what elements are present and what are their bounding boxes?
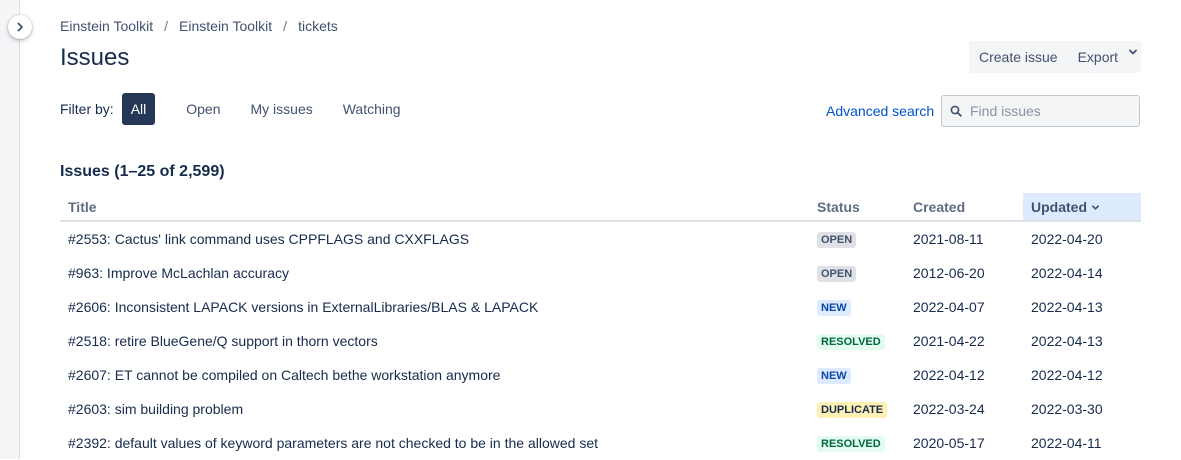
page-title: Issues (60, 44, 130, 71)
breadcrumb-separator: / (164, 18, 169, 34)
status-cell: RESOLVED (809, 324, 905, 358)
table-row[interactable]: #963: Improve McLachlan accuracy OPEN 20… (60, 256, 1141, 290)
issue-title-link[interactable]: #2392: default values of keyword paramet… (60, 426, 809, 460)
status-badge: OPEN (817, 232, 857, 248)
created-date: 2022-03-24 (913, 401, 985, 417)
advanced-search-link[interactable]: Advanced search (826, 103, 934, 119)
updated-date: 2022-04-12 (1031, 367, 1103, 383)
issue-title-link[interactable]: #2603: sim building problem (60, 392, 809, 426)
status-cell: DUPLICATE (809, 392, 905, 426)
breadcrumb: Einstein Toolkit / Einstein Toolkit / ti… (60, 17, 338, 35)
issue-title-link[interactable]: #2553: Cactus' link command uses CPPFLAG… (60, 221, 809, 256)
issue-title-link[interactable]: #2606: Inconsistent LAPACK versions in E… (60, 290, 809, 324)
table-row[interactable]: #2603: sim building problem DUPLICATE 20… (60, 392, 1141, 426)
created-date: 2020-05-17 (913, 435, 985, 451)
filter-label: Filter by: (60, 101, 114, 117)
created-date: 2012-06-20 (913, 265, 985, 281)
table-row[interactable]: #2392: default values of keyword paramet… (60, 426, 1141, 460)
issues-table: Title Status Created Updated #2553: Cact… (60, 193, 1141, 460)
status-cell: NEW (809, 290, 905, 324)
filter-my-issues-button[interactable]: My issues (242, 93, 322, 125)
updated-date: 2022-04-20 (1031, 231, 1103, 247)
sidebar-strip (0, 0, 20, 459)
search-icon (950, 105, 962, 117)
table-row[interactable]: #2606: Inconsistent LAPACK versions in E… (60, 290, 1141, 324)
issues-count-heading: Issues (1–25 of 2,599) (60, 163, 225, 180)
breadcrumb-separator: / (283, 18, 288, 34)
chevron-down-icon (1091, 199, 1100, 215)
issue-title-link[interactable]: #2607: ET cannot be compiled on Caltech … (60, 358, 809, 392)
updated-date: 2022-04-13 (1031, 299, 1103, 315)
search-input[interactable] (968, 102, 1132, 120)
created-date: 2021-08-11 (913, 231, 984, 247)
table-row[interactable]: #2553: Cactus' link command uses CPPFLAG… (60, 221, 1141, 256)
column-header-updated[interactable]: Updated (1023, 193, 1141, 222)
table-header-row: Title Status Created Updated (60, 193, 1141, 222)
column-header-title[interactable]: Title (60, 193, 809, 222)
filter-watching-button[interactable]: Watching (334, 93, 410, 125)
filter-bar: Filter by: All Open My issues Watching (60, 93, 422, 125)
status-badge: RESOLVED (817, 436, 885, 452)
status-badge: NEW (817, 300, 851, 316)
updated-date: 2022-04-13 (1031, 333, 1103, 349)
filter-all-button[interactable]: All (121, 93, 156, 125)
page-actions: Create issue Export (969, 41, 1141, 73)
table-row[interactable]: #2607: ET cannot be compiled on Caltech … (60, 358, 1141, 392)
chevron-right-icon (15, 19, 25, 35)
column-header-status[interactable]: Status (809, 193, 905, 222)
table-row[interactable]: #2518: retire BlueGene/Q support in thor… (60, 324, 1141, 358)
updated-date: 2022-04-14 (1031, 265, 1103, 281)
created-date: 2022-04-07 (913, 299, 985, 315)
column-header-updated-label: Updated (1031, 198, 1087, 215)
filter-open-button[interactable]: Open (177, 93, 229, 125)
status-badge: RESOLVED (817, 334, 885, 350)
breadcrumb-item[interactable]: tickets (298, 18, 338, 34)
sidebar-expand-button[interactable] (8, 15, 32, 39)
status-cell: RESOLVED (809, 426, 905, 460)
issue-title-link[interactable]: #2518: retire BlueGene/Q support in thor… (60, 324, 809, 358)
status-cell: OPEN (809, 221, 905, 256)
created-date: 2022-04-12 (913, 367, 985, 383)
created-date: 2021-04-22 (913, 333, 985, 349)
breadcrumb-item[interactable]: Einstein Toolkit (60, 18, 153, 34)
status-badge: DUPLICATE (817, 402, 888, 418)
updated-date: 2022-04-11 (1031, 435, 1102, 451)
status-cell: OPEN (809, 256, 905, 290)
chevron-down-icon[interactable] (1128, 44, 1138, 60)
search-field (941, 95, 1140, 127)
status-badge: NEW (817, 368, 851, 384)
export-button[interactable]: Export (1068, 49, 1128, 65)
column-header-created[interactable]: Created (905, 193, 1023, 222)
status-badge: OPEN (817, 266, 857, 282)
issue-title-link[interactable]: #963: Improve McLachlan accuracy (60, 256, 809, 290)
updated-date: 2022-03-30 (1031, 401, 1103, 417)
status-cell: NEW (809, 358, 905, 392)
create-issue-button[interactable]: Create issue (969, 49, 1068, 65)
breadcrumb-item[interactable]: Einstein Toolkit (179, 18, 272, 34)
